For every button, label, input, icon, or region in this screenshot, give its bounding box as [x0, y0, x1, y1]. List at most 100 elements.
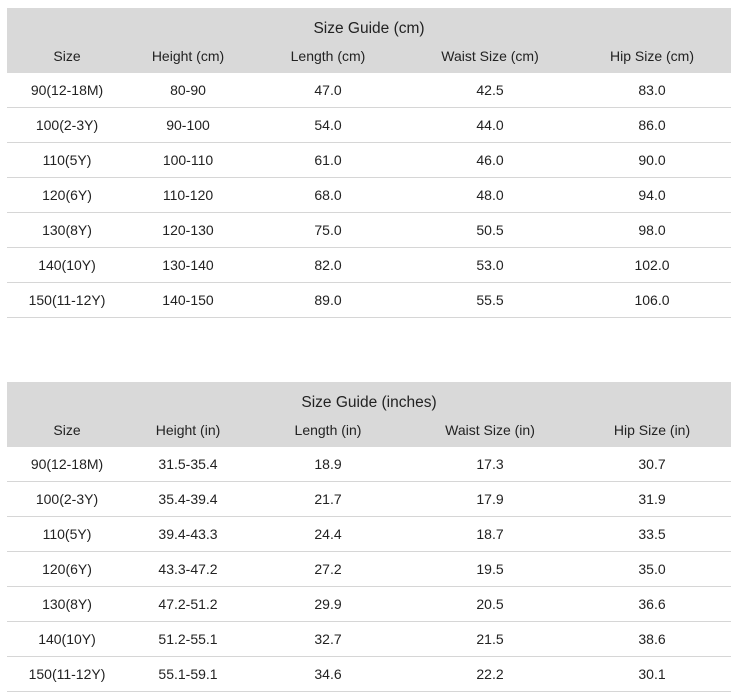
table-title: Size Guide (cm) [7, 8, 732, 38]
cell-size: 150(11-12Y) [7, 656, 127, 692]
cell-height: 43.3-47.2 [127, 551, 249, 587]
cell-waist: 17.3 [407, 447, 573, 482]
cell-hip: 33.5 [573, 516, 732, 552]
table-row: 120(6Y) 43.3-47.2 27.2 19.5 35.0 [7, 551, 732, 587]
table-row: 120(6Y) 110-120 68.0 48.0 94.0 [7, 177, 732, 213]
column-header-row: Size Height (in) Length (in) Waist Size … [7, 412, 732, 447]
table-row: 140(10Y) 51.2-55.1 32.7 21.5 38.6 [7, 621, 732, 657]
cell-height: 100-110 [127, 142, 249, 178]
column-header-height: Height (cm) [127, 38, 249, 73]
column-header-length: Length (cm) [249, 38, 407, 73]
cell-hip: 31.9 [573, 481, 732, 517]
cell-length: 68.0 [249, 177, 407, 213]
cell-height: 110-120 [127, 177, 249, 213]
cell-height: 35.4-39.4 [127, 481, 249, 517]
table-row: 90(12-18M) 31.5-35.4 18.9 17.3 30.7 [7, 447, 732, 482]
table-header: Size Guide (cm) Size Height (cm) Length … [7, 8, 732, 73]
cell-size: 130(8Y) [7, 586, 127, 622]
table-row: 110(5Y) 100-110 61.0 46.0 90.0 [7, 142, 732, 178]
cell-size: 90(12-18M) [7, 73, 127, 108]
column-header-height: Height (in) [127, 412, 249, 447]
cell-hip: 35.0 [573, 551, 732, 587]
cell-waist: 44.0 [407, 107, 573, 143]
cell-size: 140(10Y) [7, 247, 127, 283]
size-guide-table-inches: Size Guide (inches) Size Height (in) Len… [7, 382, 732, 692]
cell-waist: 19.5 [407, 551, 573, 587]
column-header-hip: Hip Size (in) [573, 412, 732, 447]
table-title-row: Size Guide (inches) [7, 382, 732, 412]
table-row: 100(2-3Y) 90-100 54.0 44.0 86.0 [7, 107, 732, 143]
cell-hip: 102.0 [573, 247, 732, 283]
table-row: 140(10Y) 130-140 82.0 53.0 102.0 [7, 247, 732, 283]
table-row: 150(11-12Y) 55.1-59.1 34.6 22.2 30.1 [7, 656, 732, 692]
cell-hip: 106.0 [573, 282, 732, 318]
column-header-size: Size [7, 412, 127, 447]
cell-waist: 18.7 [407, 516, 573, 552]
table-row: 100(2-3Y) 35.4-39.4 21.7 17.9 31.9 [7, 481, 732, 517]
cell-length: 54.0 [249, 107, 407, 143]
column-header-waist: Waist Size (in) [407, 412, 573, 447]
cell-waist: 21.5 [407, 621, 573, 657]
cell-height: 55.1-59.1 [127, 656, 249, 692]
cell-length: 27.2 [249, 551, 407, 587]
cell-size: 120(6Y) [7, 551, 127, 587]
cell-waist: 53.0 [407, 247, 573, 283]
cell-length: 21.7 [249, 481, 407, 517]
column-header-waist: Waist Size (cm) [407, 38, 573, 73]
size-guide-table-cm: Size Guide (cm) Size Height (cm) Length … [7, 8, 732, 318]
cell-waist: 42.5 [407, 73, 573, 108]
cell-height: 80-90 [127, 73, 249, 108]
cell-size: 120(6Y) [7, 177, 127, 213]
cell-size: 110(5Y) [7, 516, 127, 552]
cell-waist: 48.0 [407, 177, 573, 213]
cell-length: 32.7 [249, 621, 407, 657]
cell-length: 34.6 [249, 656, 407, 692]
cell-hip: 94.0 [573, 177, 732, 213]
table-row: 130(8Y) 47.2-51.2 29.9 20.5 36.6 [7, 586, 732, 622]
cell-height: 47.2-51.2 [127, 586, 249, 622]
cell-size: 130(8Y) [7, 212, 127, 248]
cell-hip: 83.0 [573, 73, 732, 108]
cell-length: 29.9 [249, 586, 407, 622]
cell-height: 51.2-55.1 [127, 621, 249, 657]
column-header-hip: Hip Size (cm) [573, 38, 732, 73]
cell-hip: 90.0 [573, 142, 732, 178]
cell-waist: 46.0 [407, 142, 573, 178]
cell-length: 18.9 [249, 447, 407, 482]
cell-length: 89.0 [249, 282, 407, 318]
table-header: Size Guide (inches) Size Height (in) Len… [7, 382, 732, 447]
cell-hip: 86.0 [573, 107, 732, 143]
cell-size: 90(12-18M) [7, 447, 127, 482]
cell-waist: 55.5 [407, 282, 573, 318]
cell-hip: 30.7 [573, 447, 732, 482]
cell-length: 61.0 [249, 142, 407, 178]
cell-height: 90-100 [127, 107, 249, 143]
cell-hip: 98.0 [573, 212, 732, 248]
cell-size: 140(10Y) [7, 621, 127, 657]
table-row: 110(5Y) 39.4-43.3 24.4 18.7 33.5 [7, 516, 732, 552]
table-title: Size Guide (inches) [7, 382, 732, 412]
table-title-row: Size Guide (cm) [7, 8, 732, 38]
cell-length: 75.0 [249, 212, 407, 248]
table-body: 90(12-18M) 80-90 47.0 42.5 83.0 100(2-3Y… [7, 73, 732, 318]
column-header-row: Size Height (cm) Length (cm) Waist Size … [7, 38, 732, 73]
cell-hip: 30.1 [573, 656, 732, 692]
table-row: 150(11-12Y) 140-150 89.0 55.5 106.0 [7, 282, 732, 318]
cell-height: 130-140 [127, 247, 249, 283]
table-row: 90(12-18M) 80-90 47.0 42.5 83.0 [7, 73, 732, 108]
cell-waist: 50.5 [407, 212, 573, 248]
cell-waist: 20.5 [407, 586, 573, 622]
cell-size: 110(5Y) [7, 142, 127, 178]
cell-height: 31.5-35.4 [127, 447, 249, 482]
cell-hip: 36.6 [573, 586, 732, 622]
cell-hip: 38.6 [573, 621, 732, 657]
cell-length: 47.0 [249, 73, 407, 108]
cell-size: 100(2-3Y) [7, 107, 127, 143]
cell-length: 24.4 [249, 516, 407, 552]
cell-height: 39.4-43.3 [127, 516, 249, 552]
cell-length: 82.0 [249, 247, 407, 283]
cell-size: 100(2-3Y) [7, 481, 127, 517]
cell-height: 140-150 [127, 282, 249, 318]
cell-size: 150(11-12Y) [7, 282, 127, 318]
cell-waist: 17.9 [407, 481, 573, 517]
